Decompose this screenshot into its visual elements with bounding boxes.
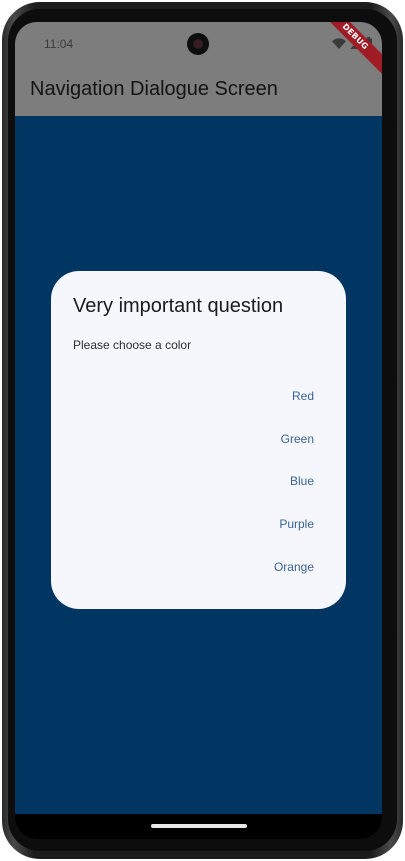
page-title: Navigation Dialogue Screen	[30, 78, 278, 100]
system-navigation-bar	[15, 814, 382, 839]
camera-icon	[187, 33, 209, 55]
device-frame: 11:04 DEBUG Navigation Dialogue Screen V…	[0, 0, 405, 861]
wifi-icon	[332, 37, 346, 49]
option-orange-button[interactable]: Orange	[222, 551, 322, 583]
option-purple-button[interactable]: Purple	[222, 508, 322, 540]
app-bar: 11:04 DEBUG Navigation Dialogue Screen	[15, 22, 382, 116]
dialog-message: Please choose a color	[73, 338, 192, 352]
choose-color-dialog: Very important question Please choose a …	[51, 271, 346, 609]
home-indicator[interactable]	[151, 824, 247, 828]
status-time: 11:04	[44, 37, 74, 51]
option-red-button[interactable]: Red	[222, 380, 322, 412]
screen: 11:04 DEBUG Navigation Dialogue Screen V…	[15, 22, 382, 839]
option-green-button[interactable]: Green	[222, 423, 322, 455]
dialog-title: Very important question	[73, 295, 284, 317]
option-blue-button[interactable]: Blue	[222, 465, 322, 497]
debug-banner: DEBUG	[311, 22, 382, 81]
